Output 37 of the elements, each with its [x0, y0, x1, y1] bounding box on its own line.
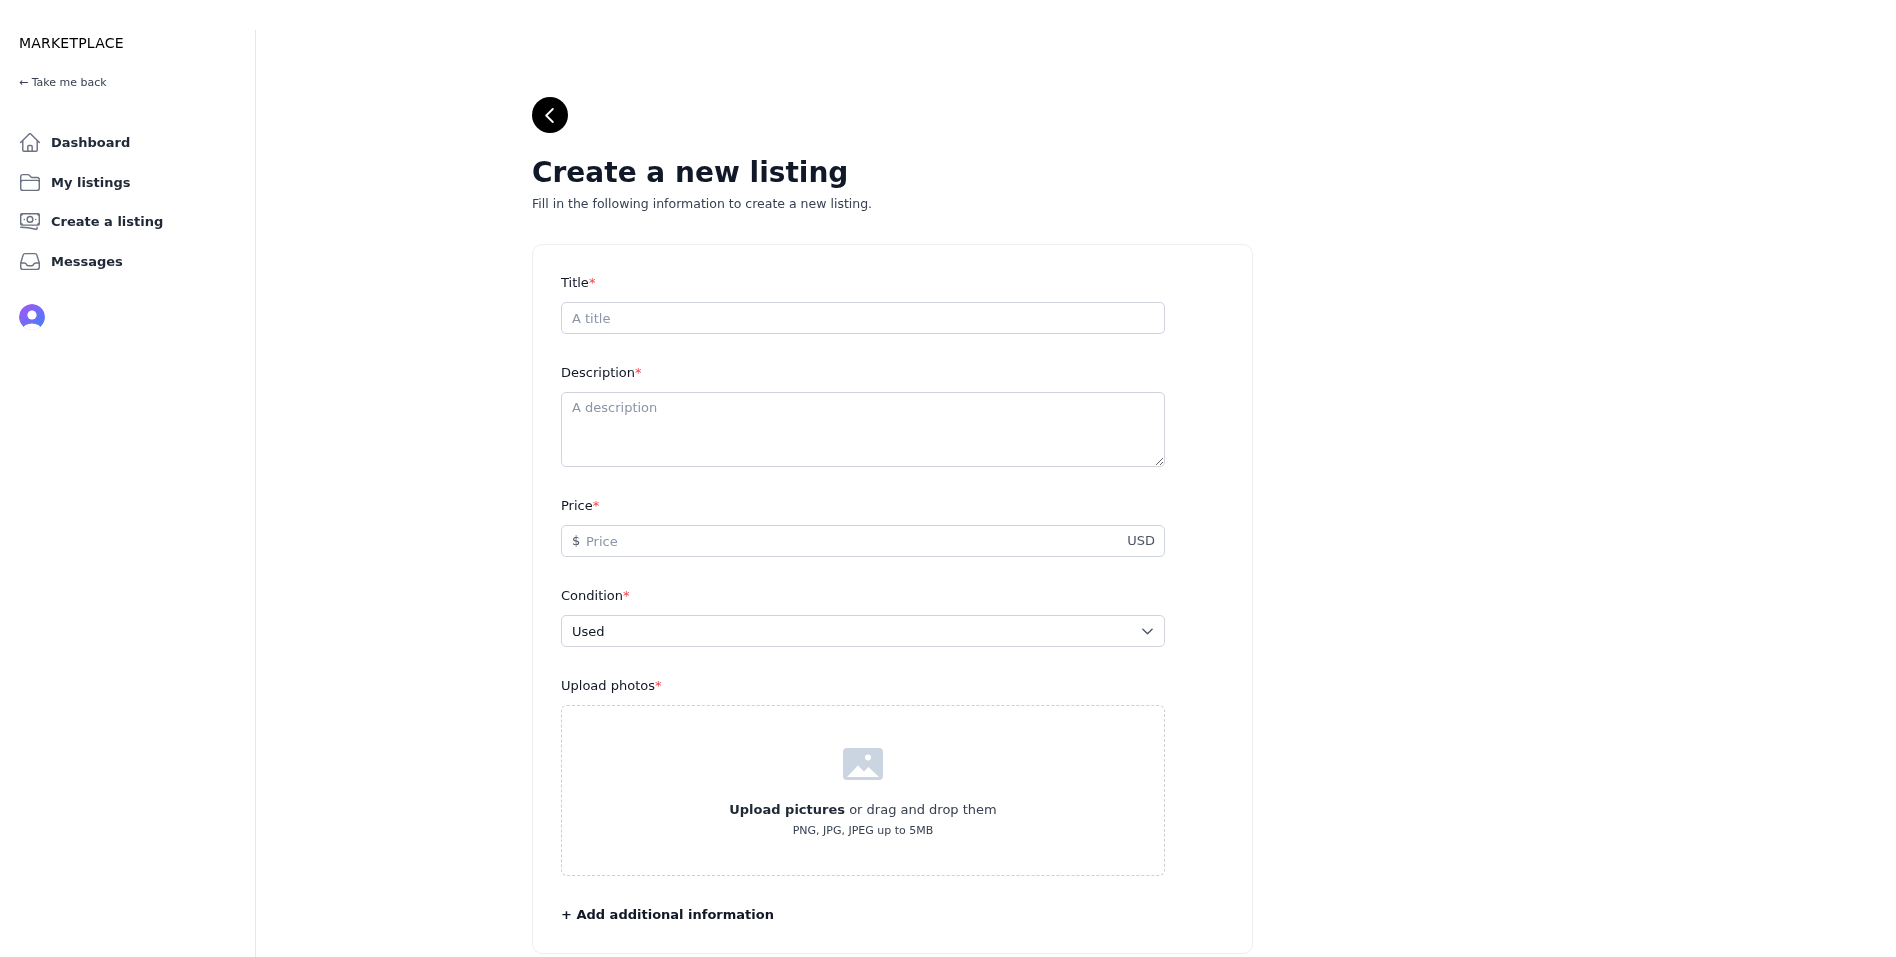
home-icon [20, 133, 40, 153]
text-input[interactable]: A title [561, 302, 1165, 334]
field-label: Upload photos [561, 677, 655, 695]
chevron-left-icon [544, 107, 554, 123]
required-asterisk: * [635, 364, 642, 382]
required-asterisk: * [592, 497, 600, 515]
file-type-note: PNG, JPG, JPEG up to 5MB [792, 823, 934, 839]
back-link[interactable]: ← Take me back [19, 75, 107, 91]
currency-symbol: $ [572, 532, 581, 550]
upload-instructions: Upload pictures or drag and drop them [729, 801, 997, 819]
upload-dropzone[interactable]: Upload pictures or drag and drop them PNG, JPG, JPEG up to 5MB [561, 705, 1165, 876]
chevron-down-icon [1142, 627, 1153, 635]
page-subtitle: Fill in the following information to create a new listing. [532, 195, 873, 213]
banknote-icon [20, 212, 40, 232]
field-label: Price [561, 497, 593, 515]
nav-item[interactable]: My listings [19, 162, 131, 202]
nav-item[interactable]: Dashboard [19, 123, 131, 163]
field-label: Condition [561, 587, 624, 605]
currency-code: USD [1127, 532, 1155, 550]
folder-icon [20, 172, 40, 192]
brand-name: MARKETPLACE [19, 34, 124, 53]
required-asterisk: * [654, 677, 662, 695]
nav-item[interactable]: Messages [19, 241, 123, 281]
inbox-icon [20, 251, 40, 271]
image-icon [843, 748, 883, 780]
back-button[interactable] [532, 97, 568, 133]
page-title: Create a new listing [532, 155, 849, 191]
nav-item[interactable]: Create a listing [19, 202, 164, 242]
description-textarea[interactable]: A description [561, 392, 1165, 467]
field-label: Description [561, 364, 636, 382]
required-asterisk: * [588, 274, 596, 292]
add-information-button[interactable]: + Add additional information [561, 906, 774, 924]
condition-select[interactable]: Used [561, 615, 1165, 647]
user-avatar-icon [19, 304, 45, 330]
upload-link[interactable]: Upload pictures [729, 802, 845, 817]
required-asterisk: * [623, 587, 630, 605]
field-label: Title [561, 274, 589, 292]
